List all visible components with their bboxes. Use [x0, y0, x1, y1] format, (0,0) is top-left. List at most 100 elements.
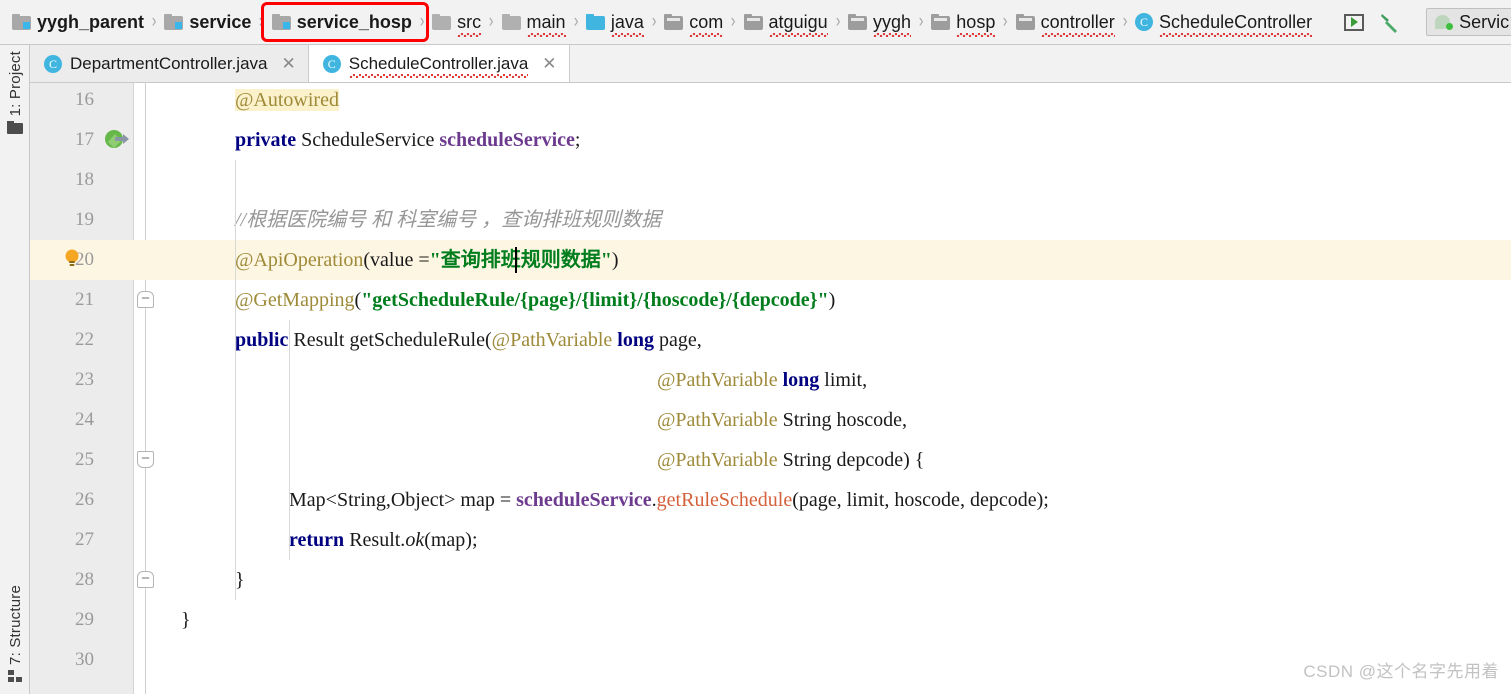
- breadcrumb-item-service[interactable]: service: [160, 10, 255, 35]
- close-icon[interactable]: ✕: [542, 55, 556, 72]
- folder-package-icon: [1015, 14, 1035, 30]
- editor-tab-bar: C DepartmentController.java ✕ C ScheduleCont…: [30, 45, 1511, 83]
- line-number: 21: [75, 289, 94, 310]
- code-token: @PathVariable: [657, 449, 778, 471]
- breadcrumb-item-yygh_parent[interactable]: yygh_parent: [8, 10, 148, 35]
- breadcrumb-item-hosp[interactable]: hosp: [927, 10, 999, 37]
- breadcrumb-separator-icon: ›: [1003, 11, 1008, 32]
- code-line[interactable]: [30, 520, 1511, 560]
- ide-window: yygh_parent › service › service_hosp › src › mai…: [0, 0, 1511, 694]
- folder-blue-icon: [585, 14, 605, 30]
- line-number: 29: [75, 609, 94, 630]
- sidebar-item-project[interactable]: 1: Project: [0, 51, 30, 139]
- code-token: }: [181, 609, 191, 631]
- module-icon: [164, 14, 184, 30]
- line-number: 24: [75, 409, 94, 430]
- code-token: (map);: [424, 529, 478, 551]
- code-text: }: [181, 600, 191, 640]
- breadcrumb-separator-icon: ›: [835, 11, 841, 32]
- code-token: "查询排班规则数据": [429, 249, 612, 271]
- spring-boot-icon: [1435, 13, 1454, 31]
- code-token: scheduleService: [439, 129, 575, 151]
- folder-package-icon: [743, 14, 763, 30]
- breadcrumb-item-label: java: [610, 11, 644, 37]
- code-token: ): [611, 249, 619, 271]
- breadcrumb-item-label: src: [457, 11, 482, 37]
- tab-schedulecontroller[interactable]: C ScheduleController.java ✕: [308, 45, 570, 82]
- code-token: scheduleService: [516, 489, 652, 511]
- breadcrumb-separator-icon: ›: [651, 11, 657, 32]
- code-token: //根据医院编号 和 科室编号 ，查询排班规则数据: [235, 209, 662, 231]
- breadcrumb-separator-icon: ›: [151, 11, 157, 32]
- code-token: }: [235, 569, 245, 591]
- structure-tool-label: 7: Structure: [6, 585, 24, 665]
- code-text: @PathVariable long limit,: [657, 360, 867, 400]
- intention-bulb-icon[interactable]: [63, 248, 81, 275]
- structure-icon: [7, 670, 23, 683]
- code-token: @PathVariable: [657, 369, 778, 391]
- code-line[interactable]: [30, 600, 1511, 640]
- code-text: private ScheduleService scheduleService;: [235, 120, 580, 160]
- code-token: ok: [405, 529, 425, 551]
- breadcrumb-item-schedulecontroller[interactable]: C ScheduleController: [1131, 10, 1316, 37]
- close-icon[interactable]: ✕: [281, 55, 295, 72]
- code-token: (value =: [363, 249, 430, 271]
- indent-guide: [289, 320, 290, 560]
- code-token: page,: [653, 329, 702, 351]
- code-line[interactable]: [30, 640, 1511, 680]
- code-editor[interactable]: −−−− 16@Autowired17private ScheduleServi…: [30, 83, 1511, 694]
- line-number: 22: [75, 329, 94, 350]
- breadcrumb-item-label: com: [689, 11, 724, 37]
- breadcrumb-item-main[interactable]: main: [498, 10, 570, 37]
- java-class-icon: C: [322, 54, 341, 73]
- breadcrumb-item-controller[interactable]: controller: [1012, 10, 1119, 37]
- breadcrumb-item-java[interactable]: java: [582, 10, 648, 37]
- line-number: 25: [75, 449, 94, 470]
- sidebar-item-structure[interactable]: 7: Structure: [0, 585, 30, 688]
- tab-departmentcontroller[interactable]: C DepartmentController.java ✕: [30, 45, 309, 82]
- code-line[interactable]: [30, 560, 1511, 600]
- breadcrumb-item-yygh[interactable]: yygh: [844, 10, 915, 37]
- project-folder-icon: [7, 121, 23, 135]
- module-icon: [271, 14, 291, 30]
- code-text: }: [235, 560, 245, 600]
- code-text: @Autowired: [235, 83, 339, 120]
- code-token: Result getScheduleRule(: [288, 329, 492, 351]
- code-token: "getScheduleRule/{page}/{limit}/{hoscode…: [361, 289, 829, 311]
- breadcrumb-item-label: yygh_parent: [37, 11, 145, 32]
- line-number: 28: [75, 569, 94, 590]
- breadcrumb-item-com[interactable]: com: [660, 10, 727, 37]
- java-class-icon: C: [1135, 13, 1154, 31]
- code-text: //根据医院编号 和 科室编号 ，查询排班规则数据: [235, 200, 661, 240]
- breadcrumb-item-service_hosp[interactable]: service_hosp: [268, 10, 416, 35]
- breadcrumb-separator-icon: ›: [1122, 11, 1128, 32]
- breadcrumb-item-label: service_hosp: [296, 11, 412, 32]
- module-icon: [12, 14, 31, 30]
- code-token: Map<String,Object> map =: [289, 489, 517, 511]
- line-number: 16: [75, 89, 94, 110]
- hammer-icon[interactable]: [1378, 11, 1400, 33]
- code-text: @PathVariable String hoscode,: [657, 400, 907, 440]
- code-token: private: [235, 129, 297, 151]
- code-token: ): [828, 289, 836, 311]
- breadcrumb-separator-icon: ›: [419, 11, 425, 32]
- line-number: 17: [75, 129, 94, 150]
- breadcrumb-separator-icon: ›: [488, 11, 494, 32]
- project-tool-label: 1: Project: [6, 51, 24, 117]
- override-marker-icon[interactable]: [104, 129, 130, 156]
- code-text: return Result.ok(map);: [289, 520, 478, 560]
- breadcrumb-item-label: ScheduleController: [1159, 11, 1313, 37]
- run-configuration-selector[interactable]: Servic: [1426, 8, 1511, 36]
- code-line[interactable]: [30, 160, 1511, 200]
- breadcrumb-separator-icon: ›: [573, 11, 579, 32]
- run-icon[interactable]: [1344, 13, 1365, 31]
- code-token: String hoscode,: [777, 409, 908, 431]
- breadcrumb: yygh_parent › service › service_hosp › src › mai…: [0, 0, 1511, 45]
- code-token: @ApiOperation: [235, 249, 364, 271]
- tab-label: DepartmentController.java: [70, 53, 268, 73]
- breadcrumb-item-src[interactable]: src: [428, 10, 485, 37]
- watermark: CSDN @这个名字先用着: [1303, 662, 1499, 681]
- code-token: return: [289, 529, 345, 551]
- breadcrumb-item-atguigu[interactable]: atguigu: [740, 10, 832, 37]
- code-token: long: [617, 329, 654, 351]
